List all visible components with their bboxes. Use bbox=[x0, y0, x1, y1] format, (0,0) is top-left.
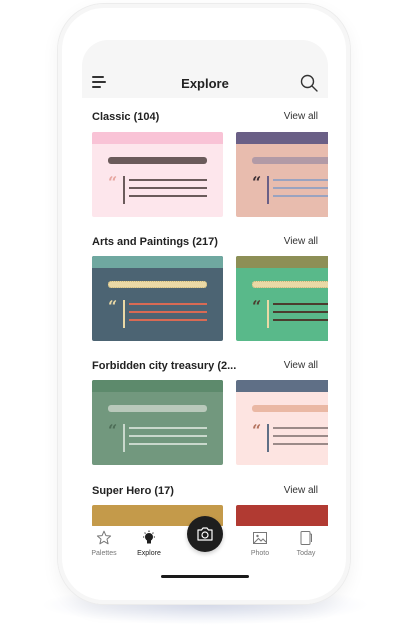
card-band bbox=[92, 132, 223, 144]
card-line bbox=[273, 311, 328, 313]
quote-icon: “ bbox=[108, 297, 118, 316]
card-band bbox=[236, 380, 328, 392]
card-line bbox=[273, 427, 328, 429]
bottom-nav: Palettes Explore Photo Today bbox=[82, 516, 328, 588]
section-name: Arts and Paintings bbox=[92, 236, 190, 248]
section-title-arts: Arts and Paintings (217) bbox=[92, 236, 218, 248]
card-line bbox=[129, 195, 207, 197]
nav-item-today[interactable]: Today bbox=[286, 530, 326, 557]
quote-icon: “ bbox=[108, 173, 118, 192]
app-screen: Explore Classic (104) View all “ “ Arts … bbox=[82, 40, 328, 588]
nav-label: Palettes bbox=[91, 550, 117, 557]
quote-icon: “ bbox=[252, 173, 262, 192]
card-title-bar bbox=[108, 281, 207, 288]
card-line bbox=[129, 435, 207, 437]
card-band bbox=[92, 256, 223, 268]
camera-icon bbox=[197, 527, 213, 541]
nav-label: Photo bbox=[250, 550, 270, 557]
card-title-bar bbox=[252, 405, 328, 412]
card-line bbox=[129, 179, 207, 181]
quote-icon: “ bbox=[108, 421, 118, 440]
card-band bbox=[92, 380, 223, 392]
card-divider bbox=[267, 176, 269, 204]
section-title-forbidden: Forbidden city treasury (2... bbox=[92, 360, 236, 372]
card-title-bar bbox=[252, 281, 328, 288]
card-line bbox=[273, 187, 328, 189]
section-title-classic: Classic (104) bbox=[92, 111, 159, 123]
section-name: Classic bbox=[92, 111, 131, 123]
search-icon[interactable] bbox=[300, 74, 318, 92]
card-line bbox=[273, 435, 328, 437]
card-title-bar bbox=[108, 405, 207, 412]
nav-item-palettes[interactable]: Palettes bbox=[84, 530, 124, 557]
star-icon bbox=[96, 530, 112, 545]
nav-label: Today bbox=[296, 550, 316, 557]
section-name: Super Hero bbox=[92, 485, 152, 497]
palette-card-forbidden-2[interactable]: “ bbox=[236, 380, 328, 465]
view-all-forbidden-link[interactable]: View all bbox=[284, 360, 318, 371]
card-divider bbox=[123, 424, 125, 452]
card-line bbox=[129, 187, 207, 189]
view-all-super-hero-link[interactable]: View all bbox=[284, 485, 318, 496]
card-line bbox=[273, 443, 328, 445]
quote-icon: “ bbox=[252, 421, 262, 440]
card-icon bbox=[300, 531, 312, 545]
quote-icon: “ bbox=[252, 297, 262, 316]
card-line bbox=[129, 443, 207, 445]
card-divider bbox=[267, 300, 269, 328]
nav-item-explore[interactable]: Explore bbox=[129, 530, 169, 557]
top-bar: Explore bbox=[82, 40, 328, 98]
section-count: (2... bbox=[217, 360, 237, 372]
card-line bbox=[129, 427, 207, 429]
section-title-super-hero: Super Hero (17) bbox=[92, 485, 174, 497]
section-name: Forbidden city treasury bbox=[92, 360, 215, 372]
view-all-classic-link[interactable]: View all bbox=[284, 111, 318, 122]
page-title: Explore bbox=[181, 76, 229, 91]
card-line bbox=[273, 195, 328, 197]
card-line bbox=[129, 303, 207, 305]
card-title-bar bbox=[252, 157, 328, 164]
palette-card-arts-1[interactable]: “ bbox=[92, 256, 223, 341]
card-title-bar bbox=[108, 157, 207, 164]
card-divider bbox=[123, 176, 125, 204]
section-count: (104) bbox=[133, 111, 160, 123]
lightbulb-icon bbox=[143, 530, 155, 544]
card-line bbox=[129, 319, 207, 321]
nav-label: Explore bbox=[137, 550, 161, 557]
card-band bbox=[236, 256, 328, 268]
image-icon bbox=[253, 532, 267, 544]
view-all-arts-link[interactable]: View all bbox=[284, 236, 318, 247]
palette-card-forbidden-1[interactable]: “ bbox=[92, 380, 223, 465]
section-count: (217) bbox=[192, 236, 218, 248]
camera-button[interactable] bbox=[187, 516, 223, 552]
nav-item-photo[interactable]: Photo bbox=[240, 530, 280, 557]
palette-card-classic-1[interactable]: “ bbox=[92, 132, 223, 217]
card-line bbox=[129, 311, 207, 313]
card-divider bbox=[267, 424, 269, 452]
card-line bbox=[273, 319, 328, 321]
card-line bbox=[273, 179, 328, 181]
card-band bbox=[236, 132, 328, 144]
card-divider bbox=[123, 300, 125, 328]
palette-card-arts-2[interactable]: “ bbox=[236, 256, 328, 341]
palette-card-hero-2[interactable] bbox=[236, 505, 328, 527]
palette-card-classic-2[interactable]: “ bbox=[236, 132, 328, 217]
home-indicator bbox=[161, 575, 249, 578]
card-line bbox=[273, 303, 328, 305]
section-count: (17) bbox=[154, 485, 174, 497]
